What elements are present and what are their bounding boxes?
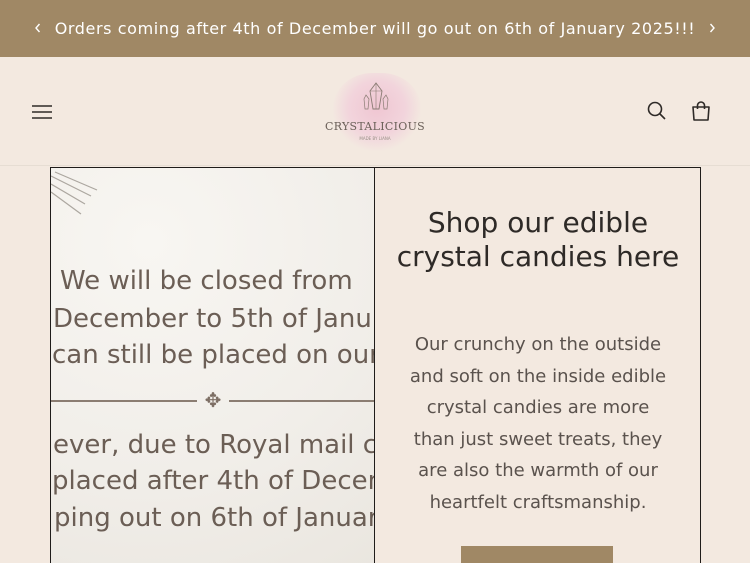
notice-line-5: placed after 4th of Decem <box>52 466 375 496</box>
feature-heading: Shop our edible crystal candies here <box>396 206 680 273</box>
closure-notice-image: We will be closed from December to 5th o… <box>51 168 375 563</box>
logo-tagline: MADE BY LIANA <box>359 136 391 141</box>
notice-line-2: December to 5th of Janu <box>53 304 372 334</box>
leaf-icon <box>51 171 98 215</box>
announcement-bar: Orders coming after 4th of December will… <box>0 0 750 57</box>
ornament-icon: ✥ <box>204 388 222 412</box>
divider-line-right <box>229 400 374 402</box>
announcement-text: Orders coming after 4th of December will… <box>54 19 696 38</box>
notice-line-1: We will be closed from <box>60 266 353 296</box>
notice-line-3: can still be placed on our <box>52 340 375 370</box>
feature-text: Shop our edible crystal candies here Our… <box>375 168 701 563</box>
chevron-right-icon <box>709 23 715 33</box>
announcement-prev-button[interactable] <box>27 17 49 39</box>
notice-line-4: ever, due to Royal mail clo <box>53 430 375 460</box>
site-header: CRYSTALICIOUS MADE BY LIANA <box>0 57 750 166</box>
announcement-next-button[interactable] <box>701 17 723 39</box>
search-button[interactable] <box>644 98 670 124</box>
crystal-icon <box>363 82 389 110</box>
menu-button[interactable] <box>28 98 56 126</box>
hamburger-menu-icon <box>32 105 52 119</box>
feature-panel: We will be closed from December to 5th o… <box>50 167 701 563</box>
search-icon <box>647 101 666 120</box>
logo-wordmark: CRYSTALICIOUS <box>325 120 425 133</box>
shopping-bag-icon <box>692 101 710 121</box>
chevron-left-icon <box>35 23 41 33</box>
cart-button[interactable] <box>688 98 714 124</box>
shop-now-button[interactable] <box>461 546 613 563</box>
site-logo[interactable]: CRYSTALICIOUS MADE BY LIANA <box>325 67 425 157</box>
divider-line-left <box>51 400 197 402</box>
feature-description: Our crunchy on the outside and soft on t… <box>409 334 667 513</box>
notice-line-6: ping out on 6th of Januar <box>54 503 375 533</box>
